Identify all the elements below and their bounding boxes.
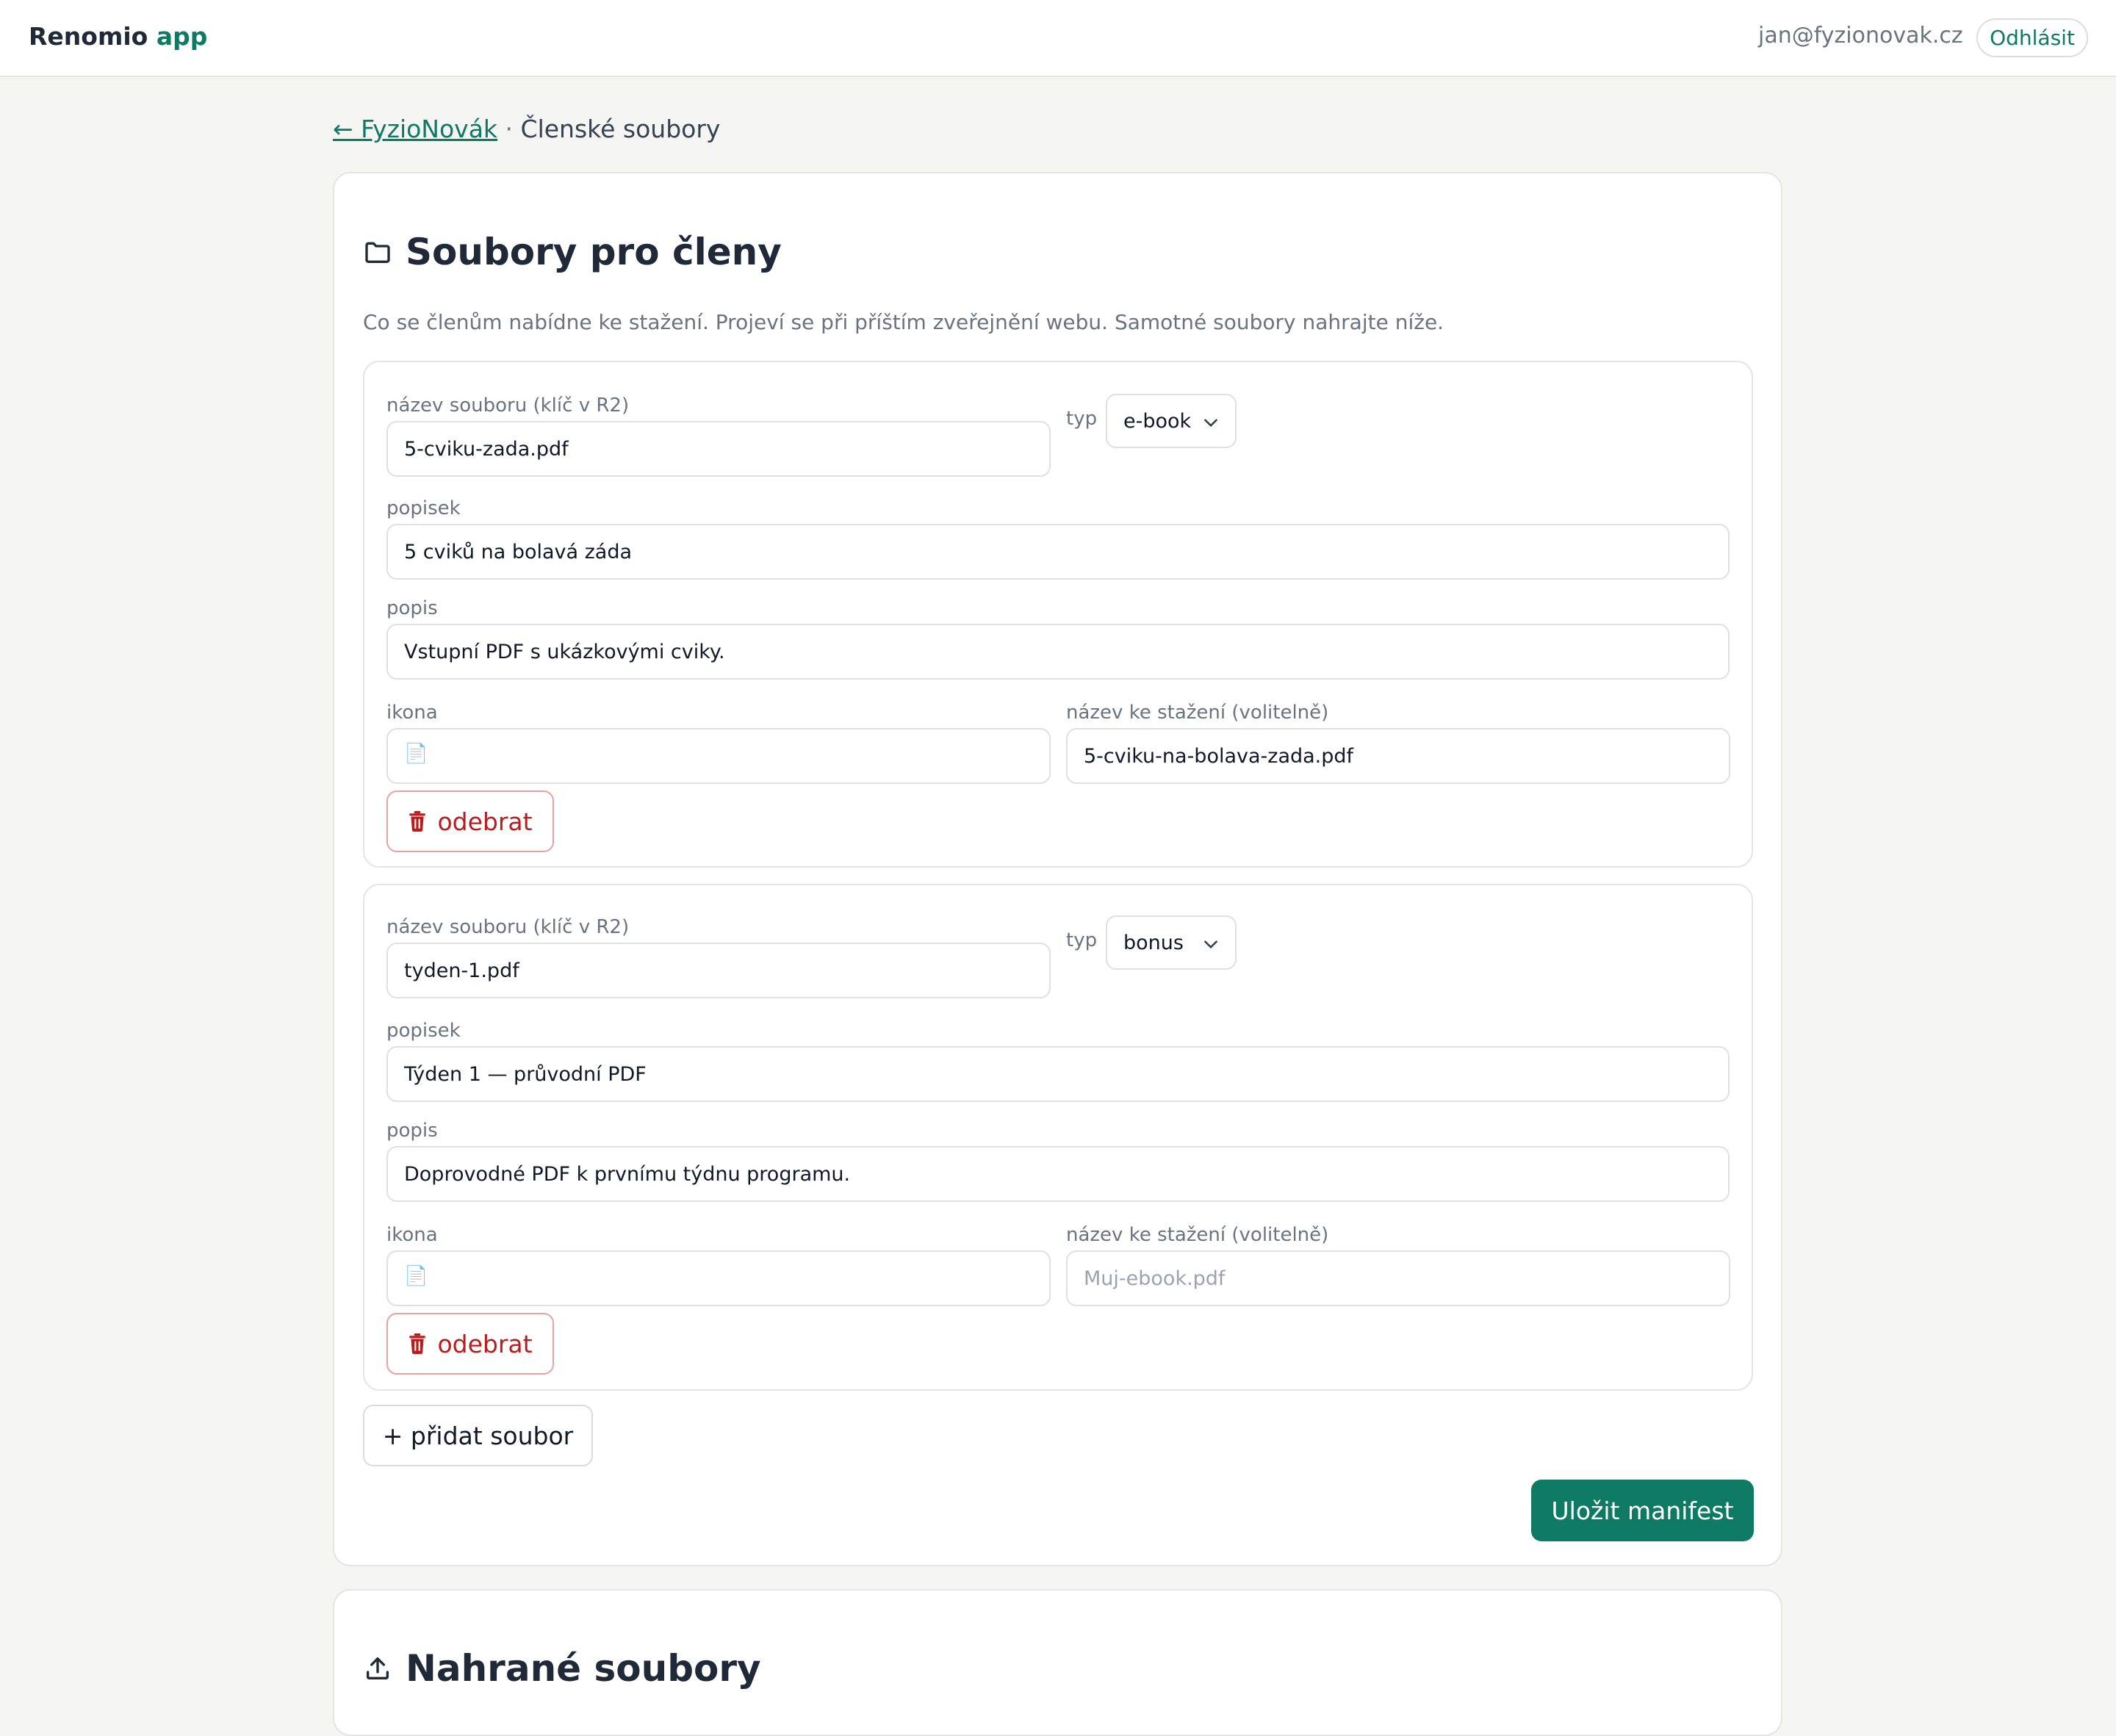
member-files-card: Soubory pro členy Co se členům nabídne k… xyxy=(333,172,1782,1566)
description-label: popis xyxy=(386,1120,438,1142)
uploaded-files-card: Nahrané soubory xyxy=(333,1589,1782,1736)
top-bar: Renomio app jan@fyzionovak.cz Odhlásit xyxy=(0,0,2116,77)
type-select[interactable]: bonus xyxy=(1106,915,1237,970)
brand-name: Renomio xyxy=(29,22,148,51)
download-name-input[interactable] xyxy=(1066,728,1730,784)
document-icon: 📄 xyxy=(404,1265,428,1287)
save-manifest-button[interactable]: Uložit manifest xyxy=(1531,1480,1754,1541)
breadcrumb-current: Členské soubory xyxy=(520,115,721,143)
chevron-down-icon xyxy=(1204,419,1217,427)
page-title: Soubory pro členy xyxy=(406,231,782,273)
brand-logo[interactable]: Renomio app xyxy=(29,22,207,51)
card-subtitle: Co se členům nabídne ke stažení. Projeví… xyxy=(363,310,1444,334)
trash-icon xyxy=(409,811,426,832)
file-entry: název souboru (klíč v R2) typ e-book pop… xyxy=(363,361,1753,868)
description-input[interactable] xyxy=(386,624,1730,680)
download-name-label: název ke stažení (volitelně) xyxy=(1066,702,1329,724)
remove-file-button[interactable]: odebrat xyxy=(386,790,554,852)
back-link[interactable]: ← FyzioNovák xyxy=(333,115,497,143)
section-title: Nahrané soubory xyxy=(406,1647,761,1690)
trash-icon xyxy=(409,1333,426,1354)
icon-input[interactable]: 📄 xyxy=(386,728,1051,784)
label-input[interactable] xyxy=(386,524,1730,580)
icon-input[interactable]: 📄 xyxy=(386,1250,1051,1306)
type-select-value: e-book xyxy=(1123,409,1192,433)
type-label: typ xyxy=(1066,929,1098,951)
card-title: Soubory pro členy xyxy=(363,231,782,273)
chevron-down-icon xyxy=(1204,940,1217,948)
filename-label: název souboru (klíč v R2) xyxy=(386,916,630,938)
remove-file-label: odebrat xyxy=(437,807,533,836)
label-label: popisek xyxy=(386,1020,461,1042)
logout-button[interactable]: Odhlásit xyxy=(1976,18,2088,57)
card-title: Nahrané soubory xyxy=(363,1647,761,1690)
type-label: typ xyxy=(1066,408,1098,430)
document-icon: 📄 xyxy=(404,743,428,765)
icon-label: ikona xyxy=(386,1224,438,1246)
description-label: popis xyxy=(386,597,438,619)
download-name-label: název ke stažení (volitelně) xyxy=(1066,1224,1329,1246)
remove-file-button[interactable]: odebrat xyxy=(386,1313,554,1375)
folder-icon xyxy=(363,237,392,267)
type-select[interactable]: e-book xyxy=(1106,394,1237,448)
filename-input[interactable] xyxy=(386,421,1051,477)
user-email: jan@fyzionovak.cz xyxy=(1758,23,1963,48)
filename-label: název souboru (klíč v R2) xyxy=(386,395,630,417)
icon-label: ikona xyxy=(386,702,438,724)
filename-input[interactable] xyxy=(386,943,1051,998)
breadcrumb-separator: · xyxy=(505,115,514,143)
breadcrumb: ← FyzioNovák · Členské soubory xyxy=(333,115,720,143)
download-name-input[interactable] xyxy=(1066,1250,1730,1306)
brand-accent: app xyxy=(156,22,208,51)
upload-icon xyxy=(363,1654,392,1683)
type-select-value: bonus xyxy=(1123,931,1184,954)
label-label: popisek xyxy=(386,497,461,519)
label-input[interactable] xyxy=(386,1046,1730,1102)
remove-file-label: odebrat xyxy=(437,1329,533,1358)
file-entry: název souboru (klíč v R2) typ bonus popi… xyxy=(363,884,1753,1391)
description-input[interactable] xyxy=(386,1146,1730,1202)
add-file-button[interactable]: + přidat soubor xyxy=(363,1405,593,1466)
